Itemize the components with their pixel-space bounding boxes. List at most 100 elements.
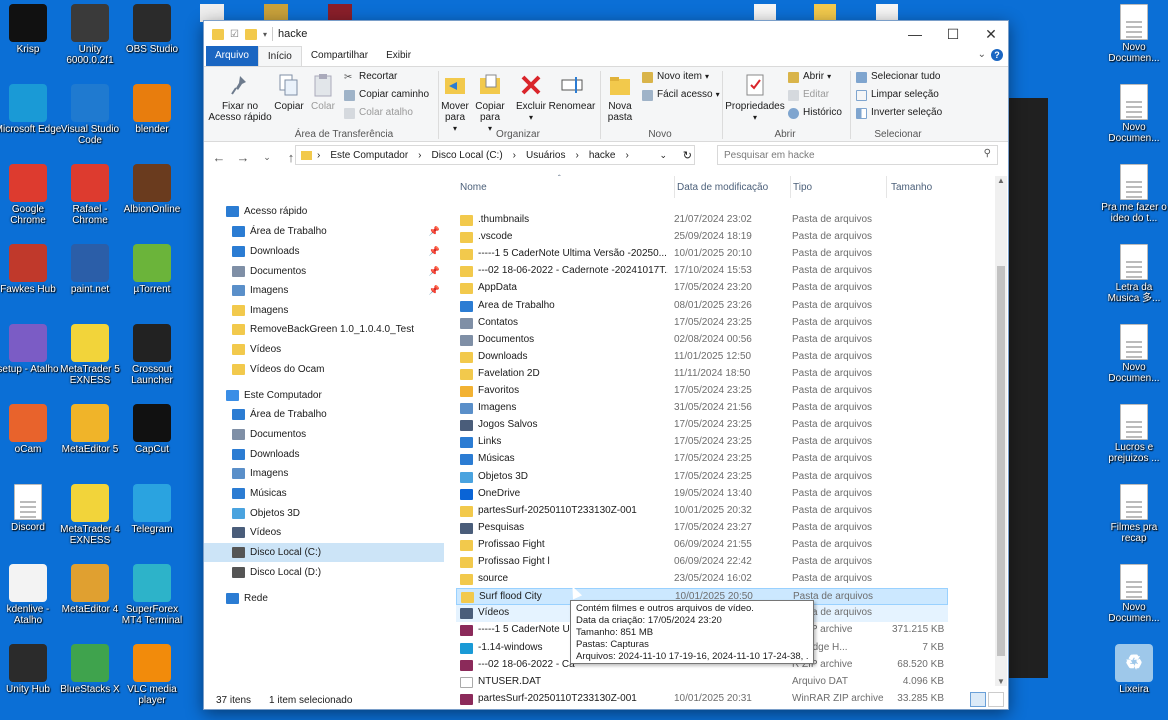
desktop-icon-10[interactable]: Fawkes Hub — [0, 244, 62, 295]
desktop-icon-18[interactable]: CapCut — [118, 404, 186, 455]
file-row[interactable]: NTUSER.DAT Arquivo DAT 4.096 KB — [456, 674, 948, 691]
desktop-icon-19[interactable]: Discord — [0, 484, 62, 533]
file-row[interactable]: Profissao Fight 06/09/2024 21:55 Pasta de … — [456, 537, 948, 554]
address-dropdown-icon[interactable]: ⌄ — [659, 150, 667, 161]
properties-button[interactable]: Propriedades ▾ — [724, 71, 786, 123]
desktop-icon-21[interactable]: Telegram — [118, 484, 186, 535]
file-row[interactable]: .thumbnails 21/07/2024 23:02 Pasta de arqu… — [456, 212, 948, 229]
file-row[interactable]: Favelation 2D 11/11/2024 18:50 Pasta de ar… — [456, 366, 948, 383]
desktop-icon-right-8[interactable]: Novo Documen... — [1100, 564, 1168, 624]
file-row[interactable]: OneDrive 19/05/2024 13:40 Pasta de arquivo… — [456, 486, 948, 503]
file-row[interactable]: Downloads 11/01/2025 12:50 Pasta de arquiv… — [456, 349, 948, 366]
new-folder-button[interactable]: Nova pasta — [604, 71, 636, 123]
breadcrumb-item[interactable]: Este Computador — [330, 150, 408, 161]
file-row[interactable]: Links 17/05/2024 23:25 Pasta de arquivos — [456, 434, 948, 451]
nav-item[interactable]: Vídeos do Ocam — [204, 360, 444, 379]
nav-item[interactable]: Área de Trabalho — [204, 405, 444, 424]
desktop-icon-right-6[interactable]: Lucros e prejuizos ... — [1100, 404, 1168, 464]
file-row[interactable]: source 23/05/2024 16:02 Pasta de arquivos — [456, 571, 948, 588]
nav-item[interactable]: Objetos 3D — [204, 504, 444, 523]
pin-icon[interactable]: 📌 — [429, 226, 440, 237]
edit-button[interactable]: Editar — [788, 87, 829, 103]
desktop-icon-12[interactable]: µTorrent — [118, 244, 186, 295]
nav-item[interactable]: RemoveBackGreen 1.0_1.0.4.0_Test — [204, 320, 444, 339]
desktop-icon-25[interactable]: Unity Hub — [0, 644, 62, 695]
nav-item[interactable]: Imagens — [204, 464, 444, 483]
ribbon-collapse-icon[interactable]: ⌄ — [978, 49, 986, 60]
desktop-icon-3[interactable]: OBS Studio — [118, 4, 186, 55]
file-row[interactable]: Imagens 31/05/2024 21:56 Pasta de arquivos — [456, 400, 948, 417]
nav-item[interactable]: Downloads 📌 — [204, 242, 444, 261]
scroll-up-icon[interactable]: ▲ — [995, 176, 1007, 185]
desktop-icon-27[interactable]: VLC media player — [118, 644, 186, 706]
desktop-icon-right-2[interactable]: Novo Documen... — [1100, 84, 1168, 144]
file-row[interactable]: Profissao Fight l 06/09/2024 22:42 Pasta d… — [456, 554, 948, 571]
vertical-scrollbar[interactable]: ▲ ▼ — [995, 176, 1007, 686]
desktop-icon-24[interactable]: SuperForex MT4 Terminal — [118, 564, 186, 626]
paste-button[interactable]: Colar — [308, 71, 338, 112]
select-all-button[interactable]: Selecionar tudo — [856, 69, 941, 85]
tab-file[interactable]: Arquivo — [206, 46, 258, 66]
file-row[interactable]: AppData 17/05/2024 23:20 Pasta de arquivos — [456, 280, 948, 297]
breadcrumb-item[interactable]: Disco Local (C:) — [432, 150, 503, 161]
desktop-icon-22[interactable]: kdenlive - Atalho — [0, 564, 62, 626]
tab-view[interactable]: Exibir — [377, 46, 420, 66]
recent-locations-chevron-icon[interactable]: ⌄ — [258, 152, 276, 163]
help-icon[interactable]: ? — [991, 49, 1003, 61]
desktop-icon-15[interactable]: Crossout Launcher — [118, 324, 186, 386]
nav-item[interactable]: Downloads — [204, 445, 444, 464]
new-item-button[interactable]: Novo item ▾ — [642, 69, 709, 85]
file-row[interactable]: Pesquisas 17/05/2024 23:27 Pasta de arquiv… — [456, 520, 948, 537]
qat-dropdown-icon[interactable]: ▾ — [263, 30, 267, 39]
back-arrow-icon[interactable]: ← — [210, 150, 228, 165]
file-row[interactable]: -----1 5 CaderNote Ultima Versão -20250.… — [456, 246, 948, 263]
file-row[interactable]: partesSurf-20250110T233130Z-001 10/01/202… — [456, 503, 948, 520]
desktop-icon-6[interactable]: blender — [118, 84, 186, 135]
nav-item[interactable]: Acesso rápido — [204, 202, 444, 221]
file-row[interactable]: Favoritos 17/05/2024 23:25 Pasta de arquiv… — [456, 383, 948, 400]
nav-item[interactable]: Documentos 📌 — [204, 262, 444, 281]
tab-share[interactable]: Compartilhar — [302, 46, 377, 66]
nav-item[interactable]: Disco Local (D:) — [204, 563, 444, 582]
desktop-icon-26[interactable]: BlueStacks X — [56, 644, 124, 695]
large-icons-view-icon[interactable] — [988, 692, 1004, 707]
breadcrumb[interactable]: › Este Computador › Disco Local (C:) › U… — [295, 145, 695, 165]
desktop-icon-9[interactable]: AlbionOnline — [118, 164, 186, 215]
file-row[interactable]: Área de Trabalho 08/01/2025 23:26 Pasta de… — [456, 298, 948, 315]
tab-home[interactable]: Início — [257, 46, 302, 66]
pin-quick-access-button[interactable]: Fixar no Acesso rápido — [208, 71, 272, 123]
file-row[interactable]: Contatos 17/05/2024 23:25 Pasta de arquivo… — [456, 315, 948, 332]
nav-item[interactable]: Este Computador — [204, 386, 444, 405]
desktop-icon-right-7[interactable]: Filmes pra recap — [1100, 484, 1168, 544]
nav-item[interactable]: Rede — [204, 589, 444, 608]
forward-arrow-icon[interactable]: → — [234, 150, 252, 165]
history-button[interactable]: Histórico — [788, 105, 842, 121]
nav-item[interactable]: Vídeos — [204, 523, 444, 542]
desktop-icon-20[interactable]: MetaTrader 4 EXNESS — [56, 484, 124, 546]
cut-button[interactable]: ✂ Recortar — [344, 69, 397, 85]
invert-selection-button[interactable]: Inverter seleção — [856, 105, 942, 121]
desktop-icon-4[interactable]: Microsoft Edge — [0, 84, 62, 135]
maximize-button[interactable]: ☐ — [934, 21, 972, 47]
nav-item[interactable]: Vídeos — [204, 340, 444, 359]
desktop-icon-8[interactable]: Rafael - Chrome — [56, 164, 124, 226]
desktop-icon-right-9[interactable]: ♻ Lixeira — [1100, 644, 1168, 695]
quick-access-toolbar-check-icon[interactable]: ☑ — [230, 29, 239, 40]
scrollbar-thumb[interactable] — [997, 266, 1005, 656]
desktop-icon-right-4[interactable]: Letra da Musica 多... — [1100, 244, 1168, 304]
breadcrumb-item[interactable]: Usuários — [526, 150, 565, 161]
delete-button[interactable]: Excluir ▾ — [514, 71, 548, 123]
move-to-button[interactable]: Mover para ▾ — [440, 71, 470, 134]
copy-path-button[interactable]: Copiar caminho — [344, 87, 429, 103]
minimize-button[interactable]: — — [896, 21, 934, 47]
file-row[interactable]: Jogos Salvos 17/05/2024 23:25 Pasta de arq… — [456, 417, 948, 434]
desktop-icon-13[interactable]: setup - Atalho — [0, 324, 62, 375]
desktop-icon-1[interactable]: Krisp — [0, 4, 62, 55]
desktop-icon-7[interactable]: Google Chrome — [0, 164, 62, 226]
file-row[interactable]: Músicas 17/05/2024 23:25 Pasta de arquivos — [456, 451, 948, 468]
desktop-icon-2[interactable]: Unity 6000.0.2f1 — [56, 4, 124, 66]
desktop-icon-17[interactable]: MetaEditor 5 — [56, 404, 124, 455]
nav-item[interactable]: Disco Local (C:) — [204, 543, 444, 562]
nav-item[interactable]: Imagens — [204, 301, 444, 320]
file-row[interactable]: .vscode 25/09/2024 18:19 Pasta de arquivos — [456, 229, 948, 246]
